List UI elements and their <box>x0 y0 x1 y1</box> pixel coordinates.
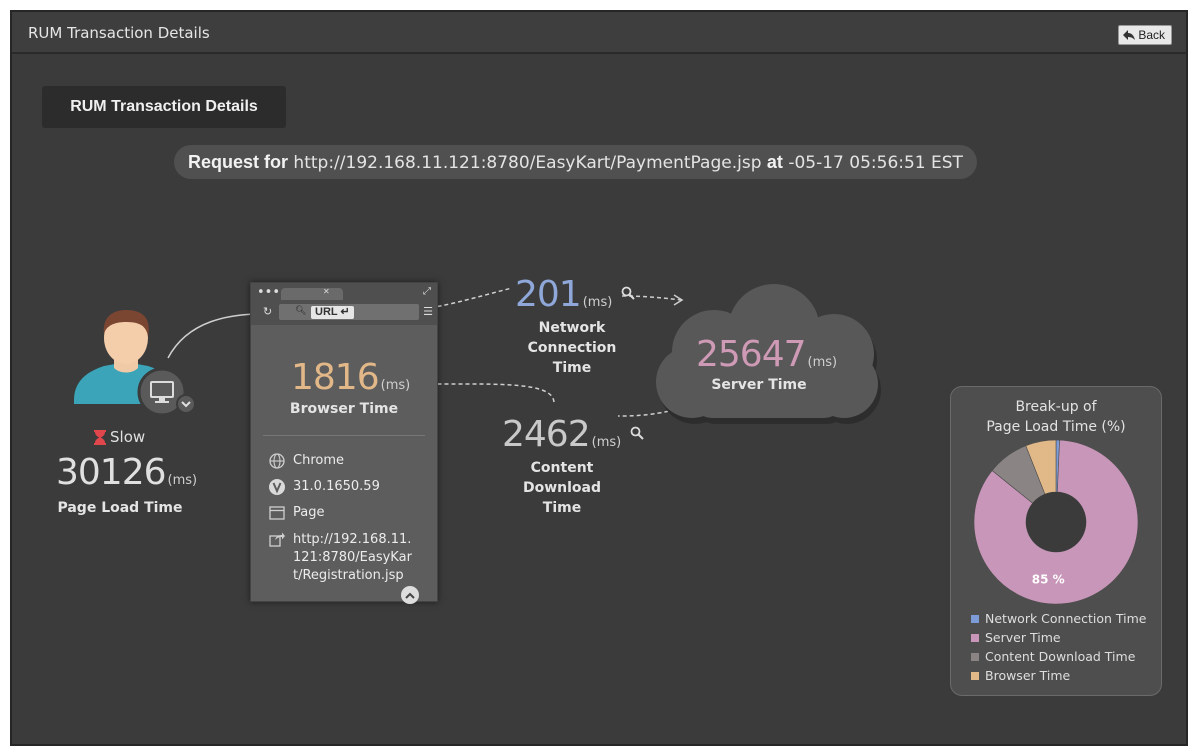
chart-title: Break-up of Page Load Time (%) <box>951 397 1161 437</box>
url-pill-label: URL <box>315 306 338 318</box>
request-timestamp: -05-17 05:56:51 EST <box>788 153 963 173</box>
page-type: Page <box>293 505 325 520</box>
request-url: http://192.168.11.121:8780/EasyKart/Paym… <box>293 153 762 173</box>
back-button[interactable]: Back <box>1118 25 1172 45</box>
globe-icon <box>269 453 285 469</box>
breakup-donut-chart: 85 % <box>973 439 1139 605</box>
page-icon <box>269 506 285 520</box>
legend-swatch <box>971 633 979 642</box>
network-zoom-icon[interactable] <box>621 286 636 300</box>
version-icon <box>269 479 285 495</box>
browser-menu-icon: ☰ <box>423 305 433 318</box>
browser-divider <box>263 435 425 436</box>
browser-time-metric: 1816 (ms) <box>291 357 410 398</box>
url-pill: URL ↵ <box>311 306 354 319</box>
legend-swatch <box>971 614 979 623</box>
slow-status-label: Slow <box>110 428 146 446</box>
expand-icon: ⤢ <box>423 286 431 297</box>
request-prefix: Request for <box>188 152 289 172</box>
content-metric: 2462 (ms) <box>502 414 645 455</box>
page-load-metric: 30126 (ms) <box>56 452 197 493</box>
page-load-label: Page Load Time <box>57 500 183 516</box>
legend-item[interactable]: Server Time <box>971 628 1146 647</box>
pie-data-label: 85 % <box>1032 573 1065 587</box>
server-value: 25647 <box>696 334 807 375</box>
back-arrow-icon <box>1123 30 1136 40</box>
server-label: Server Time <box>711 377 807 393</box>
content-unit: (ms) <box>591 435 622 450</box>
request-at: at <box>766 152 783 172</box>
share-icon <box>269 532 285 547</box>
slow-status: Slow <box>94 428 145 446</box>
browser-version: 31.0.1650.59 <box>293 479 380 494</box>
browser-tab <box>281 288 343 300</box>
legend-item[interactable]: Content Download Time <box>971 647 1146 666</box>
browser-version-row: 31.0.1650.59 <box>269 479 380 495</box>
legend-label: Browser Time <box>985 668 1071 683</box>
chevron-up-icon <box>405 592 415 599</box>
content-label: Content Download Time <box>490 458 634 518</box>
app-window: RUM Transaction Details Back RUM Transac… <box>10 10 1188 746</box>
network-label-line1: Network Connection <box>527 320 617 356</box>
chart-legend: Network Connection Time Server Time Conten… <box>971 609 1146 685</box>
title-bar: RUM Transaction Details Back <box>12 12 1186 54</box>
content-label-line1: Content Download <box>522 460 602 496</box>
collapse-button[interactable] <box>401 586 419 604</box>
legend-swatch <box>971 652 979 661</box>
page-load-value: 30126 <box>56 452 167 493</box>
browser-time-value: 1816 <box>291 357 380 398</box>
content-value: 2462 <box>502 414 591 455</box>
window-dots-icon: ••• <box>257 285 281 300</box>
reload-icon: ↻ <box>263 305 273 318</box>
page-url: http://192.168.11.121:8780/EasyKart/Regi… <box>293 532 412 583</box>
network-metric: 201 (ms) <box>515 274 636 315</box>
chart-title-line1: Break-up of <box>1015 399 1097 415</box>
server-metric: 25647 (ms) <box>696 334 837 375</box>
legend-item[interactable]: Network Connection Time <box>971 609 1146 628</box>
section-header: RUM Transaction Details <box>42 86 286 128</box>
browser-name-row: Chrome <box>269 453 344 469</box>
request-bar: Request for http://192.168.11.121:8780/E… <box>174 145 977 179</box>
network-label: Network Connection Time <box>492 318 652 378</box>
legend-label: Content Download Time <box>985 649 1136 664</box>
browser-name: Chrome <box>293 453 344 468</box>
legend-label: Network Connection Time <box>985 611 1147 626</box>
legend-item[interactable]: Browser Time <box>971 666 1146 685</box>
tab-close-icon: ✕ <box>323 287 330 296</box>
legend-label: Server Time <box>985 630 1061 645</box>
browser-time-label: Browser Time <box>289 401 399 417</box>
page-load-unit: (ms) <box>167 473 198 488</box>
chart-title-line2: Page Load Time (%) <box>986 419 1126 435</box>
network-label-line2: Time <box>552 360 592 376</box>
content-zoom-icon[interactable] <box>630 426 645 440</box>
network-value: 201 <box>515 274 582 315</box>
back-button-label: Back <box>1138 28 1165 42</box>
window-title: RUM Transaction Details <box>28 24 210 42</box>
network-unit: (ms) <box>582 295 613 310</box>
page-type-row: Page <box>269 505 324 521</box>
user-avatar-icon <box>74 310 196 417</box>
donut-hole <box>1026 492 1086 552</box>
content-label-line2: Time <box>542 500 582 516</box>
breakup-chart-card: Break-up of Page Load Time (%) 85 % Netw… <box>950 386 1162 696</box>
browser-panel: ••• ✕ ⤢ ↻ 🔍︎ URL ↵ ☰ 1816 (ms) Browser Ti… <box>250 282 438 604</box>
page-url-row: http://192.168.11.121:8780/EasyKart/Regi… <box>269 531 413 585</box>
legend-swatch <box>971 671 979 680</box>
browser-time-unit: (ms) <box>380 378 411 393</box>
server-unit: (ms) <box>807 355 838 370</box>
hourglass-icon <box>94 429 106 445</box>
browser-chrome: ••• ✕ ⤢ ↻ 🔍︎ URL ↵ ☰ <box>251 283 437 325</box>
address-search-icon: 🔍︎ <box>295 306 307 316</box>
